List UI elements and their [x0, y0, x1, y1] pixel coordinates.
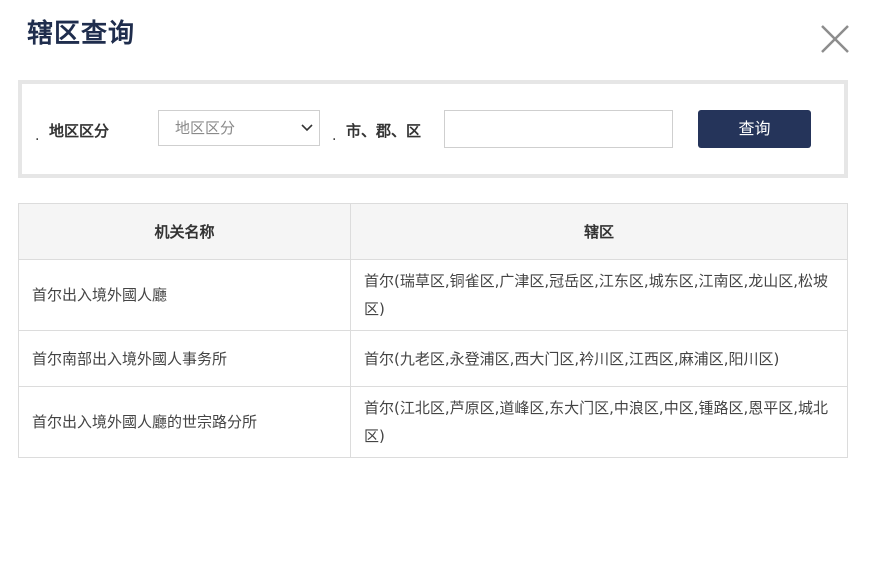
agency-name: 首尔出入境外國人廳的世宗路分所	[18, 386, 351, 458]
jurisdiction-cell: 首尔(瑞草区,铜雀区,广津区,冠岳区,江东区,城东区,江南区,龙山区,松坡区)	[350, 259, 848, 331]
query-button[interactable]: 查询	[698, 110, 811, 148]
jurisdiction-cell: 首尔(九老区,永登浦区,西大门区,衿川区,江西区,麻浦区,阳川区)	[350, 330, 848, 387]
region-select[interactable]: 地区区分	[158, 110, 320, 146]
column-header-agency: 机关名称	[18, 203, 351, 260]
city-input[interactable]	[444, 110, 673, 148]
jurisdiction-cell: 首尔(江北区,芦原区,道峰区,东大门区,中浪区,中区,锺路区,恩平区,城北区)	[350, 386, 848, 458]
region-label: 地区区分	[49, 122, 110, 140]
table-header-row: 机关名称 辖区	[18, 203, 848, 260]
search-panel: . 地区区分 地区区分 . 市、郡、区 查询	[18, 80, 848, 178]
table-row: 首尔出入境外國人廳 首尔(瑞草区,铜雀区,广津区,冠岳区,江东区,城东区,江南区…	[18, 259, 848, 331]
close-icon	[821, 25, 849, 53]
chevron-down-icon	[301, 124, 313, 132]
agency-name: 首尔南部出入境外國人事务所	[18, 330, 351, 387]
column-header-jurisdiction: 辖区	[350, 203, 848, 260]
agency-name: 首尔出入境外國人廳	[18, 259, 351, 331]
bullet: .	[332, 128, 337, 144]
city-label: 市、郡、区	[346, 122, 422, 140]
bullet: .	[35, 128, 40, 144]
jurisdiction-table: 机关名称 辖区 首尔出入境外國人廳 首尔(瑞草区,铜雀区,广津区,冠岳区,江东区…	[18, 203, 848, 458]
dialog-title: 辖区查询	[27, 19, 136, 49]
region-select-value: 地区区分	[175, 119, 236, 137]
close-button[interactable]	[818, 22, 852, 56]
table-row: 首尔南部出入境外國人事务所 首尔(九老区,永登浦区,西大门区,衿川区,江西区,麻…	[18, 330, 848, 387]
table-row: 首尔出入境外國人廳的世宗路分所 首尔(江北区,芦原区,道峰区,东大门区,中浪区,…	[18, 386, 848, 458]
